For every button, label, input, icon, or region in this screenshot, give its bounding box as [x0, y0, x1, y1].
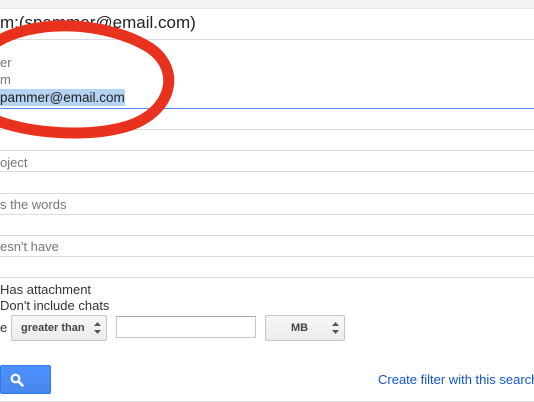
dont-include-chats-checkbox[interactable]: Don't include chats: [0, 298, 109, 313]
has-words-label: s the words: [0, 197, 67, 212]
search-query-text: m:(spammer@email.com): [0, 13, 196, 32]
doesnt-have-field[interactable]: [0, 256, 534, 257]
size-unit-select[interactable]: MB: [265, 315, 345, 341]
size-value-input[interactable]: [116, 316, 256, 338]
select-arrows-icon: [332, 322, 339, 334]
create-filter-link[interactable]: Create filter with this search: [378, 372, 534, 387]
doesnt-have-label: esn't have: [0, 239, 59, 254]
size-unit-value: MB: [291, 322, 309, 334]
size-operator-select[interactable]: greater than: [11, 315, 107, 341]
has-words-field[interactable]: [0, 214, 534, 215]
annotation-circle: [0, 20, 175, 139]
search-button[interactable]: [0, 365, 51, 394]
subject-label: oject: [0, 155, 28, 170]
section-label: er: [0, 55, 12, 70]
top-strip: [0, 0, 534, 9]
from-field-value: pammer@email.com: [0, 89, 125, 106]
filter-dialog: m:(spammer@email.com) er m pammer@email.…: [0, 0, 534, 402]
has-attachment-checkbox[interactable]: Has attachment: [0, 282, 91, 297]
has-words-field-top: [0, 193, 534, 194]
size-label: e: [0, 320, 8, 335]
from-field-underline: [0, 108, 534, 109]
divider: [0, 129, 534, 130]
divider: [0, 277, 534, 278]
divider: [0, 39, 534, 40]
search-icon: [10, 373, 24, 387]
subject-field[interactable]: [0, 171, 534, 172]
select-arrows-icon: [94, 322, 101, 334]
from-label: m: [0, 72, 11, 87]
subject-field-top: [0, 150, 534, 151]
from-field[interactable]: pammer@email.com: [0, 89, 125, 106]
doesnt-have-field-top: [0, 235, 534, 236]
size-operator-value: greater than: [21, 322, 85, 334]
